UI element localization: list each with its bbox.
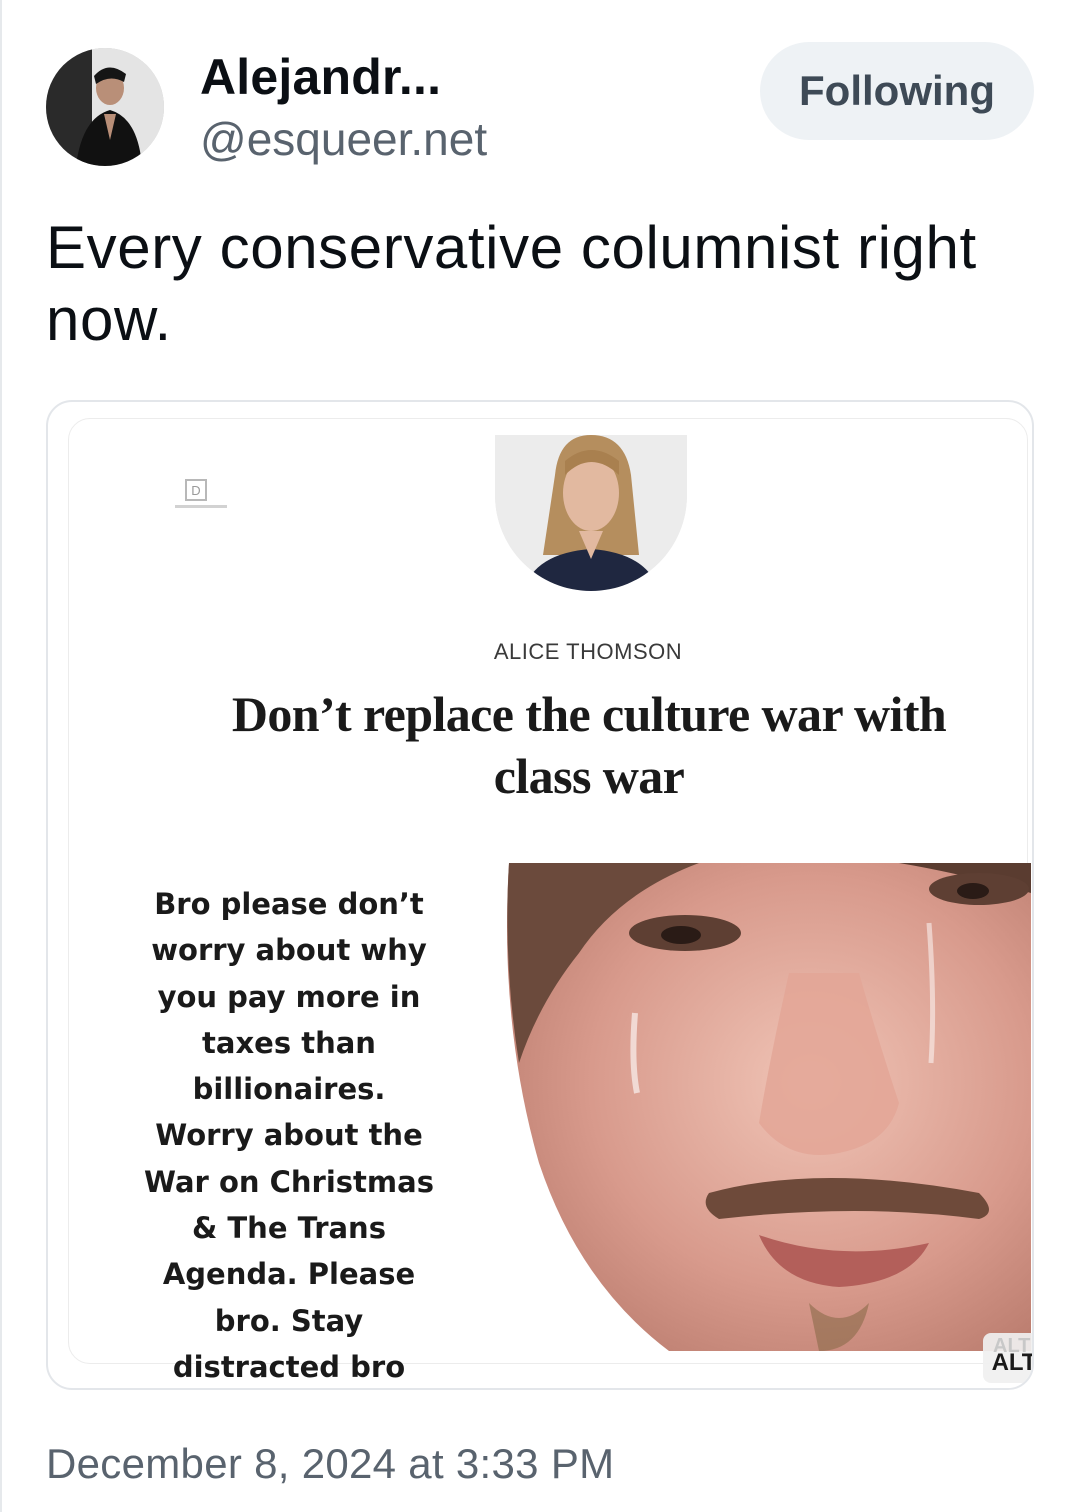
alt-badge-ghost: ALT — [993, 1335, 1031, 1357]
columnist-photo — [495, 435, 687, 591]
publication-logo-subtext — [175, 505, 227, 508]
author-avatar[interactable] — [46, 48, 164, 166]
publication-logo-icon: D — [185, 479, 207, 501]
alt-text-badge[interactable]: ALT ALT — [983, 1333, 1032, 1383]
post-text: Every conservative columnist right now. — [46, 214, 977, 353]
meme-caption: Bro please don’t worry about why you pay… — [144, 887, 434, 1384]
post-image[interactable]: D ALICE THOMSON Don’t replace the cultur… — [46, 400, 1034, 1390]
author-handle[interactable]: @esqueer.net — [200, 112, 487, 166]
article-headline: Don’t replace the culture war with class… — [231, 686, 947, 804]
crying-man-image — [459, 863, 1031, 1351]
author-display-name[interactable]: Alejandr... — [200, 48, 441, 106]
left-border — [0, 0, 2, 1512]
following-button[interactable]: Following — [760, 42, 1034, 140]
post-timestamp[interactable]: December 8, 2024 at 3:33 PM — [46, 1440, 614, 1488]
avatar-image — [46, 48, 164, 166]
article-byline: ALICE THOMSON — [493, 639, 683, 664]
article-screenshot: D ALICE THOMSON Don’t replace the cultur… — [68, 418, 1032, 1384]
